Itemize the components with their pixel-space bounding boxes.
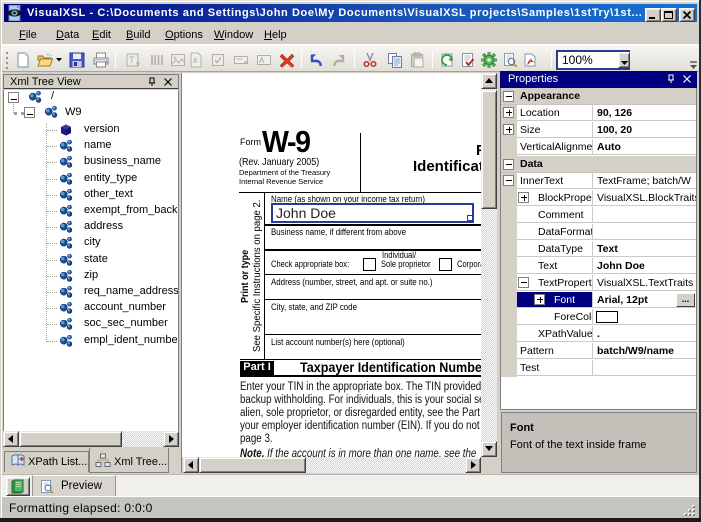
- svg-text:#: #: [193, 56, 198, 65]
- svg-text:A: A: [259, 56, 265, 65]
- svg-text:T: T: [129, 55, 135, 65]
